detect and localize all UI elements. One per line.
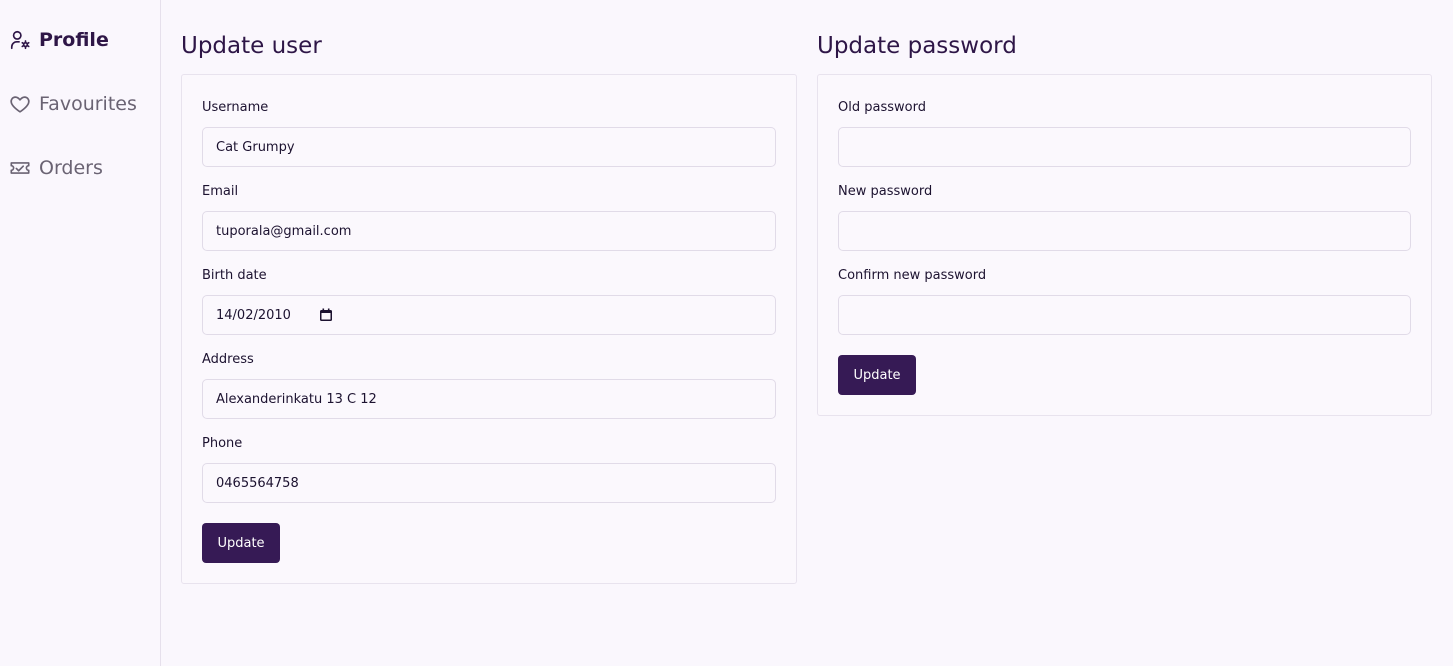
birth-date-input[interactable]: 14/02/2010 [202, 295, 776, 335]
sidebar-item-profile[interactable]: Profile [0, 28, 160, 52]
phone-label: Phone [202, 436, 243, 451]
birth-date-field-group: Birth date 14/02/2010 [202, 267, 776, 335]
section-title: Update user [181, 33, 322, 59]
ticket-icon [9, 157, 31, 179]
sidebar-item-favourites[interactable]: Favourites [0, 92, 160, 116]
sidebar-item-label: Orders [39, 157, 103, 179]
username-field-group: Username Cat Grumpy [202, 99, 776, 167]
address-field-group: Address Alexanderinkatu 13 C 12 [202, 351, 776, 419]
confirm-password-label: Confirm new password [838, 268, 987, 283]
calendar-icon[interactable] [319, 308, 333, 322]
birth-date-label: Birth date [202, 268, 267, 283]
confirm-password-input[interactable] [838, 295, 1411, 335]
old-password-input[interactable] [838, 127, 1411, 167]
update-user-card: Username Cat Grumpy Email tuporala@gmail… [181, 74, 797, 584]
new-password-label: New password [838, 184, 933, 199]
birth-date-value: 14/02/2010 [216, 307, 291, 323]
update-password-button[interactable]: Update [838, 355, 916, 395]
heart-icon [9, 93, 31, 115]
address-input[interactable]: Alexanderinkatu 13 C 12 [202, 379, 776, 419]
section-title: Update password [817, 33, 1017, 59]
confirm-password-field-group: Confirm new password [838, 267, 1411, 335]
old-password-label: Old password [838, 100, 926, 115]
update-user-button[interactable]: Update [202, 523, 280, 563]
address-label: Address [202, 352, 254, 367]
email-input[interactable]: tuporala@gmail.com [202, 211, 776, 251]
phone-field-group: Phone 0465564758 [202, 435, 776, 503]
user-gear-icon [9, 29, 31, 51]
sidebar: Profile Favourites Orders [0, 0, 161, 666]
email-field-group: Email tuporala@gmail.com [202, 183, 776, 251]
main-content: Update user Username Cat Grumpy Email tu… [161, 0, 1453, 666]
update-password-card: Old password New password Confirm new pa… [817, 74, 1432, 416]
username-label: Username [202, 100, 269, 115]
phone-input[interactable]: 0465564758 [202, 463, 776, 503]
update-password-section: Update password Old password New passwor… [817, 30, 1432, 416]
sidebar-item-label: Favourites [39, 93, 137, 115]
username-input[interactable]: Cat Grumpy [202, 127, 776, 167]
app-layout: Profile Favourites Orders Update user Us… [0, 0, 1453, 666]
new-password-field-group: New password [838, 183, 1411, 251]
sidebar-item-label: Profile [39, 29, 109, 51]
new-password-input[interactable] [838, 211, 1411, 251]
email-label: Email [202, 184, 239, 199]
old-password-field-group: Old password [838, 99, 1411, 167]
sidebar-item-orders[interactable]: Orders [0, 156, 160, 180]
update-user-section: Update user Username Cat Grumpy Email tu… [181, 30, 797, 584]
